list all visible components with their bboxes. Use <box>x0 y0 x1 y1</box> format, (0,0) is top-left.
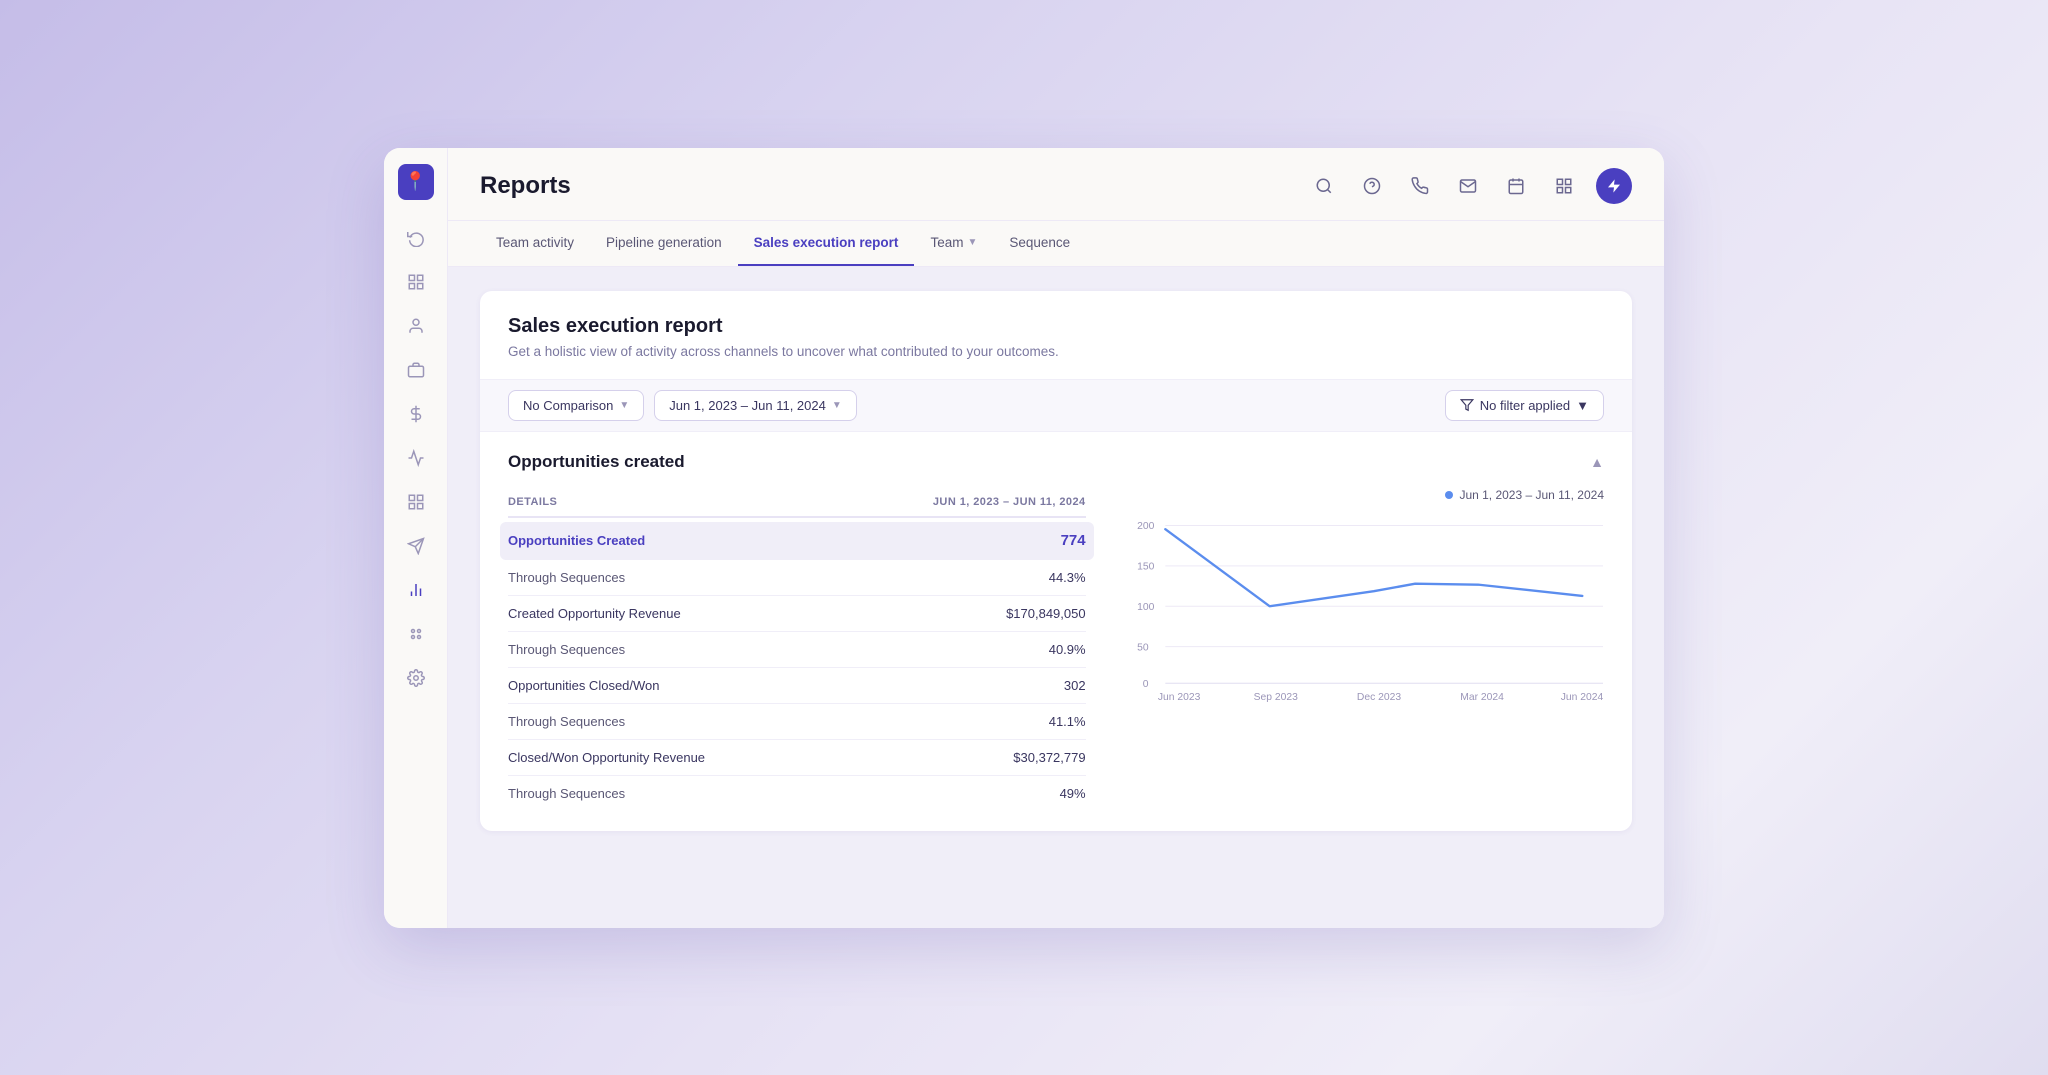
tab-sales-execution[interactable]: Sales execution report <box>738 221 915 266</box>
sidebar-icon-apps[interactable] <box>398 616 434 652</box>
row-value: $170,849,050 <box>1006 606 1086 621</box>
row-label: Through Sequences <box>508 786 625 801</box>
x-label-jun2024: Jun 2024 <box>1560 692 1603 703</box>
search-icon[interactable] <box>1308 170 1340 202</box>
tab-team-activity[interactable]: Team activity <box>480 221 590 266</box>
row-value: 302 <box>1064 678 1086 693</box>
grid-icon[interactable] <box>1548 170 1580 202</box>
page-title: Reports <box>480 172 571 200</box>
row-value: 41.1% <box>1049 714 1086 729</box>
date-range-filter[interactable]: Jun 1, 2023 – Jun 11, 2024 ▼ <box>654 390 857 421</box>
chart-legend: Jun 1, 2023 – Jun 11, 2024 <box>1124 488 1612 510</box>
report-subtitle: Get a holistic view of activity across c… <box>508 344 1604 359</box>
report-card: Sales execution report Get a holistic vi… <box>480 291 1632 831</box>
filter-arrow: ▼ <box>1576 398 1589 413</box>
chart-area: Jun 1, 2023 – Jun 11, 2024 200 150 100 5… <box>1114 488 1632 811</box>
x-label-dec2023: Dec 2023 <box>1357 692 1401 703</box>
calendar-icon[interactable] <box>1500 170 1532 202</box>
row-value: $30,372,779 <box>1013 750 1085 765</box>
table-row: Created Opportunity Revenue $170,849,050 <box>508 596 1086 632</box>
sidebar-icon-layout[interactable] <box>398 264 434 300</box>
sidebar-icon-user[interactable] <box>398 308 434 344</box>
chart-container: 200 150 100 50 0 <box>1124 510 1612 715</box>
data-table: DETAILS Jun 1, 2023 – Jun 11, 2024 Oppor… <box>480 488 1114 811</box>
sidebar-icon-send[interactable] <box>398 528 434 564</box>
col-details: DETAILS <box>508 496 557 508</box>
y-label-150: 150 <box>1137 561 1154 572</box>
row-value: 44.3% <box>1049 570 1086 585</box>
logo[interactable]: 📍 <box>398 164 434 200</box>
table-row: Closed/Won Opportunity Revenue $30,372,7… <box>508 740 1086 776</box>
sidebar-icon-briefcase[interactable] <box>398 352 434 388</box>
table-row: Through Sequences 49% <box>508 776 1086 811</box>
app-window: 📍 <box>384 148 1664 928</box>
sidebar-icon-history[interactable] <box>398 220 434 256</box>
mail-icon[interactable] <box>1452 170 1484 202</box>
comparison-filter[interactable]: No Comparison ▼ <box>508 390 644 421</box>
sidebar-icon-chart-line[interactable] <box>398 440 434 476</box>
header: Reports <box>448 148 1664 221</box>
sidebar-icon-settings[interactable] <box>398 660 434 696</box>
main-content: Reports <box>448 148 1664 928</box>
y-label-200: 200 <box>1137 521 1154 532</box>
sidebar-icon-bar-chart[interactable] <box>398 572 434 608</box>
section-title: Opportunities created <box>508 452 685 472</box>
y-label-100: 100 <box>1137 602 1154 613</box>
x-label-jun2023: Jun 2023 <box>1157 692 1200 703</box>
row-label: Closed/Won Opportunity Revenue <box>508 750 705 765</box>
legend-label: Jun 1, 2023 – Jun 11, 2024 <box>1459 488 1604 502</box>
page-content: Sales execution report Get a holistic vi… <box>448 267 1664 928</box>
report-title: Sales execution report <box>508 315 1604 338</box>
row-label: Opportunities Created <box>508 533 645 548</box>
row-label: Created Opportunity Revenue <box>508 606 681 621</box>
card-header: Sales execution report Get a holistic vi… <box>480 291 1632 379</box>
chart-line <box>1165 529 1582 606</box>
filters-bar: No Comparison ▼ Jun 1, 2023 – Jun 11, 20… <box>480 379 1632 432</box>
user-avatar[interactable] <box>1596 168 1632 204</box>
row-value: 40.9% <box>1049 642 1086 657</box>
row-value: 774 <box>1061 532 1086 549</box>
sidebar: 📍 <box>384 148 448 928</box>
table-row: Opportunities Closed/Won 302 <box>508 668 1086 704</box>
help-icon[interactable] <box>1356 170 1388 202</box>
table-row: Through Sequences 41.1% <box>508 704 1086 740</box>
row-label: Through Sequences <box>508 642 625 657</box>
tab-navigation: Team activity Pipeline generation Sales … <box>448 221 1664 267</box>
collapse-button[interactable]: ▲ <box>1590 454 1604 470</box>
tab-sequence[interactable]: Sequence <box>993 221 1086 266</box>
row-label: Opportunities Closed/Won <box>508 678 660 693</box>
comparison-arrow: ▼ <box>619 400 629 411</box>
table-row: Opportunities Created 774 <box>500 522 1094 560</box>
tab-team[interactable]: Team ▼ <box>914 221 993 266</box>
col-date-range: Jun 1, 2023 – Jun 11, 2024 <box>933 496 1086 508</box>
sidebar-icon-grid-chart[interactable] <box>398 484 434 520</box>
line-chart: 200 150 100 50 0 <box>1124 510 1612 710</box>
sidebar-icon-dollar[interactable] <box>398 396 434 432</box>
row-label: Through Sequences <box>508 714 625 729</box>
x-label-sep2023: Sep 2023 <box>1253 692 1297 703</box>
y-label-50: 50 <box>1137 642 1149 653</box>
no-filter-applied[interactable]: No filter applied ▼ <box>1445 390 1604 421</box>
filters-left: No Comparison ▼ Jun 1, 2023 – Jun 11, 20… <box>508 390 857 421</box>
table-row: Through Sequences 44.3% <box>508 560 1086 596</box>
content-split: DETAILS Jun 1, 2023 – Jun 11, 2024 Oppor… <box>480 488 1632 831</box>
date-range-arrow: ▼ <box>832 400 842 411</box>
x-label-mar2024: Mar 2024 <box>1460 692 1504 703</box>
header-icons <box>1308 168 1632 204</box>
tab-pipeline-generation[interactable]: Pipeline generation <box>590 221 738 266</box>
phone-icon[interactable] <box>1404 170 1436 202</box>
tab-team-arrow: ▼ <box>967 237 977 248</box>
y-label-0: 0 <box>1142 679 1148 690</box>
row-label: Through Sequences <box>508 570 625 585</box>
legend-dot <box>1445 491 1453 499</box>
table-row: Through Sequences 40.9% <box>508 632 1086 668</box>
table-header: DETAILS Jun 1, 2023 – Jun 11, 2024 <box>508 488 1086 518</box>
row-value: 49% <box>1060 786 1086 801</box>
section-header: Opportunities created ▲ <box>480 432 1632 488</box>
